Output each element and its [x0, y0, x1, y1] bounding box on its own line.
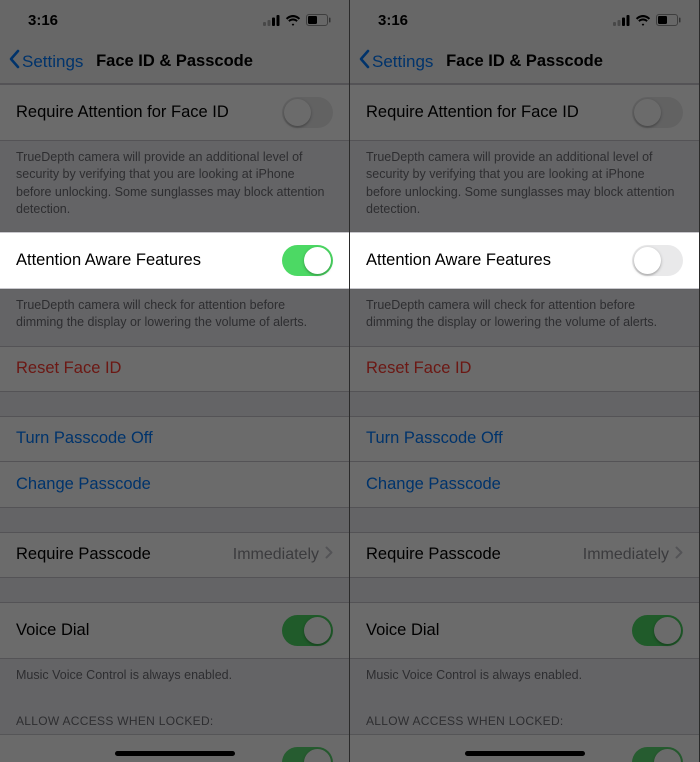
require-passcode-label: Require Passcode: [366, 545, 583, 564]
reset-face-id-label: Reset Face ID: [366, 359, 683, 378]
allow-access-first-row[interactable]: [350, 734, 699, 762]
attention-aware-highlight: Attention Aware Features: [350, 232, 699, 289]
turn-passcode-off-label: Turn Passcode Off: [366, 429, 683, 448]
chevron-left-icon: [8, 49, 20, 74]
back-button[interactable]: Settings: [8, 49, 83, 74]
nav-title: Face ID & Passcode: [96, 52, 253, 71]
voice-dial-toggle[interactable]: [632, 615, 683, 646]
voice-dial-label: Voice Dial: [366, 621, 632, 640]
voice-dial-label: Voice Dial: [16, 621, 282, 640]
change-passcode-row[interactable]: Change Passcode: [350, 462, 699, 508]
attention-aware-footer: TrueDepth camera will check for attentio…: [350, 289, 699, 346]
back-button[interactable]: Settings: [358, 49, 433, 74]
nav-bar: Settings Face ID & Passcode: [0, 40, 349, 84]
phone-screenshot-left: 3:16 Settings Face ID & Passcode Require…: [0, 0, 350, 762]
settings-content: Require Attention for Face ID TrueDepth …: [350, 84, 699, 762]
nav-bar: Settings Face ID & Passcode: [350, 40, 699, 84]
back-label: Settings: [22, 52, 83, 72]
require-passcode-row[interactable]: Require Passcode Immediately: [0, 532, 349, 578]
allow-access-header: Allow Access When Locked:: [350, 698, 699, 734]
attention-aware-footer: TrueDepth camera will check for attentio…: [0, 289, 349, 346]
chevron-left-icon: [358, 49, 370, 74]
cellular-signal-icon: [263, 15, 280, 26]
phone-screenshot-right: 3:16 Settings Face ID & Passcode Require…: [350, 0, 700, 762]
status-right: [613, 14, 681, 26]
require-passcode-value: Immediately: [233, 546, 319, 564]
reset-face-id-row[interactable]: Reset Face ID: [350, 346, 699, 392]
attention-aware-label: Attention Aware Features: [366, 251, 632, 270]
voice-dial-row[interactable]: Voice Dial: [350, 602, 699, 659]
status-right: [263, 14, 331, 26]
require-attention-label: Require Attention for Face ID: [16, 103, 282, 122]
home-indicator[interactable]: [115, 751, 235, 756]
require-attention-footer: TrueDepth camera will provide an additio…: [0, 141, 349, 232]
status-time: 3:16: [28, 12, 58, 29]
require-passcode-label: Require Passcode: [16, 545, 233, 564]
voice-dial-footer: Music Voice Control is always enabled.: [0, 659, 349, 698]
require-passcode-value: Immediately: [583, 546, 669, 564]
allow-access-first-toggle[interactable]: [282, 747, 333, 762]
status-bar: 3:16: [350, 0, 699, 40]
attention-aware-row[interactable]: Attention Aware Features: [350, 232, 699, 289]
wifi-icon: [635, 15, 651, 26]
status-time: 3:16: [378, 12, 408, 29]
voice-dial-footer: Music Voice Control is always enabled.: [350, 659, 699, 698]
require-passcode-row[interactable]: Require Passcode Immediately: [350, 532, 699, 578]
turn-passcode-off-row[interactable]: Turn Passcode Off: [350, 416, 699, 462]
require-attention-toggle[interactable]: [632, 97, 683, 128]
reset-face-id-row[interactable]: Reset Face ID: [0, 346, 349, 392]
change-passcode-row[interactable]: Change Passcode: [0, 462, 349, 508]
status-bar: 3:16: [0, 0, 349, 40]
require-attention-row[interactable]: Require Attention for Face ID: [0, 84, 349, 141]
chevron-right-icon: [325, 546, 333, 563]
back-label: Settings: [372, 52, 433, 72]
allow-access-header: Allow Access When Locked:: [0, 698, 349, 734]
home-indicator[interactable]: [465, 751, 585, 756]
allow-access-first-row[interactable]: [0, 734, 349, 762]
battery-icon: [656, 14, 681, 26]
nav-title: Face ID & Passcode: [446, 52, 603, 71]
reset-face-id-label: Reset Face ID: [16, 359, 333, 378]
attention-aware-toggle[interactable]: [282, 245, 333, 276]
attention-aware-label: Attention Aware Features: [16, 251, 282, 270]
require-attention-label: Require Attention for Face ID: [366, 103, 632, 122]
change-passcode-label: Change Passcode: [16, 475, 333, 494]
change-passcode-label: Change Passcode: [366, 475, 683, 494]
attention-aware-highlight: Attention Aware Features: [0, 232, 349, 289]
settings-content: Require Attention for Face ID TrueDepth …: [0, 84, 349, 762]
voice-dial-toggle[interactable]: [282, 615, 333, 646]
cellular-signal-icon: [613, 15, 630, 26]
turn-passcode-off-label: Turn Passcode Off: [16, 429, 333, 448]
wifi-icon: [285, 15, 301, 26]
attention-aware-row[interactable]: Attention Aware Features: [0, 232, 349, 289]
turn-passcode-off-row[interactable]: Turn Passcode Off: [0, 416, 349, 462]
attention-aware-toggle[interactable]: [632, 245, 683, 276]
battery-icon: [306, 14, 331, 26]
require-attention-footer: TrueDepth camera will provide an additio…: [350, 141, 699, 232]
chevron-right-icon: [675, 546, 683, 563]
allow-access-first-toggle[interactable]: [632, 747, 683, 762]
voice-dial-row[interactable]: Voice Dial: [0, 602, 349, 659]
require-attention-toggle[interactable]: [282, 97, 333, 128]
require-attention-row[interactable]: Require Attention for Face ID: [350, 84, 699, 141]
